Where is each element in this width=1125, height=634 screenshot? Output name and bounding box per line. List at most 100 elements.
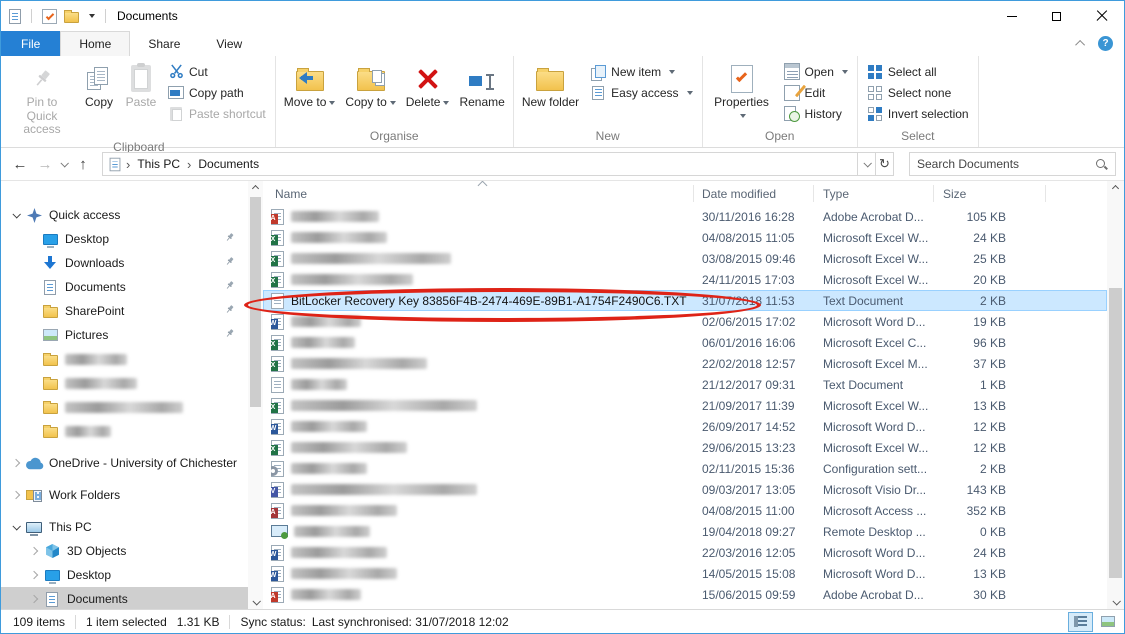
file-row-redacted[interactable]: X22/02/2018 12:57Microsoft Excel M...37 … — [263, 353, 1107, 374]
ribbon-button-select-all[interactable]: Select all — [861, 61, 975, 82]
ribbon-button-move-to[interactable]: Move to — [279, 58, 341, 110]
expand-toggle[interactable] — [9, 524, 23, 530]
breadcrumb-this-pc[interactable]: This PC — [135, 157, 182, 171]
expand-toggle[interactable] — [9, 212, 23, 218]
file-row-redacted[interactable]: X29/06/2015 13:23Microsoft Excel W...12 … — [263, 437, 1107, 458]
address-field[interactable]: › This PC › Documents — [102, 152, 858, 176]
list-scrollbar[interactable] — [1107, 181, 1124, 609]
tab-file[interactable]: File — [1, 31, 60, 56]
ribbon-button-history[interactable]: History — [778, 103, 854, 124]
expand-toggle[interactable] — [27, 548, 41, 554]
column-divider[interactable] — [693, 185, 694, 202]
sidebar-item-quick-access[interactable]: Quick access — [1, 203, 248, 227]
ribbon-button-properties[interactable]: Properties — [706, 58, 778, 123]
column-divider[interactable] — [1045, 185, 1046, 202]
file-row-redacted[interactable]: V09/03/2017 13:05Microsoft Visio Dr...14… — [263, 479, 1107, 500]
column-header-date-modified[interactable]: Date modified — [702, 181, 776, 206]
sidebar-item-3d-objects[interactable]: 3D Objects — [1, 539, 248, 563]
customize-toolbar-caret-icon[interactable] — [89, 14, 95, 18]
sidebar-item-redacted[interactable] — [1, 347, 248, 371]
ribbon-button-easy-access[interactable]: Easy access — [584, 82, 698, 103]
ribbon-button-paste[interactable]: Paste — [120, 58, 162, 110]
scrollbar-thumb[interactable] — [1109, 288, 1122, 578]
ribbon-button-new-folder[interactable]: New folder — [517, 58, 584, 110]
address-dropdown-button[interactable] — [858, 152, 876, 176]
folder-icon[interactable] — [64, 12, 79, 23]
file-row-redacted[interactable]: X21/09/2017 11:39Microsoft Excel W...13 … — [263, 395, 1107, 416]
file-row-bitlocker-recovery-key-83856f4b-2474-469[interactable]: BitLocker Recovery Key 83856F4B-2474-469… — [263, 290, 1107, 311]
file-row-redacted[interactable]: 21/12/2017 09:31Text Document1 KB — [263, 374, 1107, 395]
expand-toggle[interactable] — [27, 596, 41, 602]
file-row-redacted[interactable]: X04/08/2015 11:05Microsoft Excel W...24 … — [263, 227, 1107, 248]
collapse-ribbon-icon[interactable] — [1075, 40, 1085, 50]
close-button[interactable] — [1079, 1, 1124, 31]
sidebar-scrollbar[interactable] — [248, 181, 263, 609]
help-icon[interactable]: ? — [1098, 36, 1113, 51]
sidebar-item-sharepoint[interactable]: SharePoint — [1, 299, 248, 323]
column-header-name[interactable]: Name — [275, 181, 307, 206]
details-view-button[interactable] — [1068, 612, 1093, 632]
file-row-redacted[interactable]: W14/05/2015 15:08Microsoft Word D...13 K… — [263, 563, 1107, 584]
ribbon-button-pin-to-quick-access[interactable]: Pin to Quick access — [6, 58, 78, 137]
ribbon-button-select-none[interactable]: Select none — [861, 82, 975, 103]
scroll-down-icon[interactable] — [1107, 594, 1124, 609]
column-divider[interactable] — [933, 185, 934, 202]
sidebar-item-redacted[interactable] — [1, 371, 248, 395]
tab-home[interactable]: Home — [60, 31, 130, 56]
column-divider[interactable] — [813, 185, 814, 202]
minimize-button[interactable] — [989, 1, 1034, 31]
file-row-redacted[interactable]: X06/01/2016 16:06Microsoft Excel C...96 … — [263, 332, 1107, 353]
refresh-button[interactable]: ↻ — [876, 152, 894, 176]
sidebar-item-desktop[interactable]: Desktop — [1, 563, 248, 587]
file-row-redacted[interactable]: A30/11/2016 16:28Adobe Acrobat D...105 K… — [263, 206, 1107, 227]
expand-toggle[interactable] — [9, 460, 23, 466]
column-header-type[interactable]: Type — [823, 181, 849, 206]
sidebar-item-downloads[interactable]: Downloads — [1, 251, 248, 275]
sidebar-item-desktop[interactable]: Desktop — [1, 227, 248, 251]
tab-view[interactable]: View — [198, 31, 260, 56]
expand-toggle[interactable] — [27, 572, 41, 578]
expand-toggle[interactable] — [9, 492, 23, 498]
file-row-redacted[interactable]: W22/03/2016 12:05Microsoft Word D...24 K… — [263, 542, 1107, 563]
sidebar-item-pictures[interactable]: Pictures — [1, 323, 248, 347]
file-row-redacted[interactable]: 19/04/2018 09:27Remote Desktop ...0 KB — [263, 521, 1107, 542]
sidebar-item-redacted[interactable] — [1, 419, 248, 443]
search-input[interactable] — [917, 157, 1095, 171]
properties-check-icon[interactable] — [42, 9, 57, 24]
breadcrumb-documents[interactable]: Documents — [196, 157, 261, 171]
ribbon-button-new-item[interactable]: New item — [584, 61, 698, 82]
up-button[interactable]: ↑ — [74, 157, 92, 172]
breadcrumb-chevron-icon[interactable]: › — [126, 158, 130, 171]
sidebar-item-work-folders[interactable]: Work Folders — [1, 483, 248, 507]
explorer-icon[interactable] — [9, 9, 21, 24]
file-row-redacted[interactable]: X24/11/2015 17:03Microsoft Excel W...20 … — [263, 269, 1107, 290]
ribbon-button-edit[interactable]: Edit — [778, 82, 854, 103]
ribbon-button-rename[interactable]: Rename — [454, 58, 509, 110]
sidebar-item-documents[interactable]: Documents — [1, 275, 248, 299]
scroll-down-icon[interactable] — [248, 594, 263, 609]
file-row-redacted[interactable]: W02/06/2015 17:02Microsoft Word D...19 K… — [263, 311, 1107, 332]
column-header-size[interactable]: Size — [943, 181, 966, 206]
sidebar-item-redacted[interactable] — [1, 395, 248, 419]
sidebar-item-documents[interactable]: Documents — [1, 587, 248, 609]
ribbon-button-copy-to[interactable]: Copy to — [340, 58, 400, 110]
search-icon[interactable] — [1095, 158, 1108, 171]
breadcrumb-chevron-icon[interactable]: › — [187, 158, 191, 171]
back-button[interactable]: ← — [11, 157, 29, 172]
ribbon-button-delete[interactable]: Delete — [401, 58, 455, 110]
sidebar-item-onedrive-university-of-chichester[interactable]: OneDrive - University of Chichester — [1, 451, 248, 475]
forward-button[interactable]: → — [36, 157, 54, 172]
thumbnails-view-button[interactable] — [1095, 612, 1120, 632]
ribbon-button-copy-path[interactable]: Copy path — [162, 82, 272, 103]
ribbon-button-cut[interactable]: Cut — [162, 61, 272, 82]
maximize-button[interactable] — [1034, 1, 1079, 31]
ribbon-button-paste-shortcut[interactable]: Paste shortcut — [162, 103, 272, 124]
file-row-redacted[interactable]: X03/08/2015 09:46Microsoft Excel W...25 … — [263, 248, 1107, 269]
sidebar-item-this-pc[interactable]: This PC — [1, 515, 248, 539]
scroll-up-icon[interactable] — [248, 181, 263, 196]
scroll-up-icon[interactable] — [1107, 181, 1124, 196]
ribbon-button-invert-selection[interactable]: Invert selection — [861, 103, 975, 124]
ribbon-button-copy[interactable]: Copy — [78, 58, 120, 110]
file-row-redacted[interactable]: A15/06/2015 09:59Adobe Acrobat D...30 KB — [263, 584, 1107, 605]
file-row-redacted[interactable]: W26/09/2017 14:52Microsoft Word D...12 K… — [263, 416, 1107, 437]
